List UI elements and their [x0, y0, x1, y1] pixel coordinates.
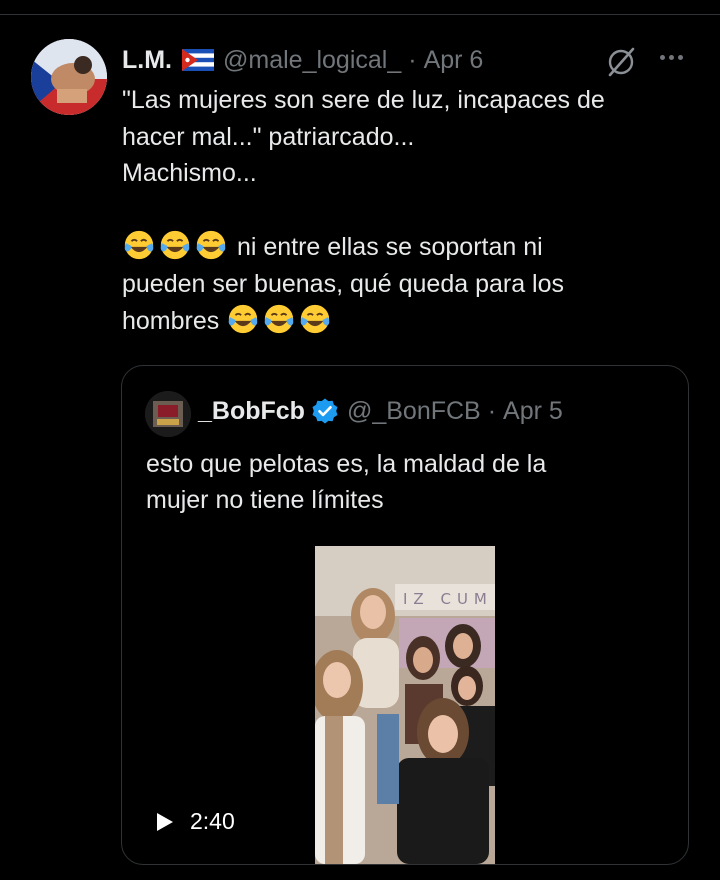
- face-with-tears-of-joy-icon: [228, 304, 258, 334]
- play-icon[interactable]: [156, 812, 174, 832]
- author-name[interactable]: L.M.: [122, 46, 172, 75]
- verified-badge-icon: [312, 398, 338, 424]
- tweet-text-line: hombres: [122, 307, 220, 335]
- quoted-text: esto que pelotas es, la maldad de la muj…: [146, 446, 666, 518]
- video-duration: 2:40: [190, 808, 235, 834]
- video-banner-text: IZ CUM: [403, 590, 493, 608]
- cuba-flag-icon: [182, 49, 214, 71]
- tweet-text-line: ni entre ellas se soportan ni: [236, 233, 543, 261]
- quoted-author-name[interactable]: _BobFcb: [198, 397, 305, 426]
- author-handle[interactable]: @male_logical_: [223, 46, 401, 75]
- top-divider: [0, 14, 720, 15]
- video-thumbnail[interactable]: IZ CUM: [315, 546, 495, 864]
- quoted-text-line: mujer no tiene límites: [146, 486, 384, 514]
- author-avatar[interactable]: [31, 39, 107, 115]
- tweet-text: "Las mujeres son sere de luz, incapaces …: [122, 82, 702, 340]
- face-with-tears-of-joy-icon: [124, 230, 154, 260]
- quoted-author-handle[interactable]: @_BonFCB: [347, 397, 481, 426]
- quoted-tweet-card[interactable]: _BobFcb @_BonFCB · Apr 5 esto que pelota…: [121, 365, 689, 865]
- face-with-tears-of-joy-icon: [196, 230, 226, 260]
- tweet-date[interactable]: Apr 6: [424, 46, 484, 75]
- quoted-date[interactable]: Apr 5: [503, 397, 563, 426]
- face-with-tears-of-joy-icon: [300, 304, 330, 334]
- separator-dot: ·: [487, 396, 497, 425]
- tweet-text-line: pueden ser buenas, qué queda para los: [122, 269, 565, 298]
- quoted-author-avatar[interactable]: [145, 391, 191, 437]
- video-play-control[interactable]: 2:40: [156, 808, 235, 835]
- tweet-text-line: hacer mal..." patriarcado...: [122, 122, 415, 151]
- face-with-tears-of-joy-icon: [160, 230, 190, 260]
- separator-dot: ·: [408, 45, 417, 74]
- tweet-header: L.M. @male_logical_ · Apr 6: [122, 40, 483, 80]
- face-with-tears-of-joy-icon: [264, 304, 294, 334]
- grok-icon[interactable]: [604, 45, 638, 79]
- more-options-icon[interactable]: [652, 46, 690, 68]
- tweet-text-line: "Las mujeres son sere de luz, incapaces …: [122, 86, 605, 114]
- quoted-header: _BobFcb @_BonFCB · Apr 5: [198, 394, 563, 428]
- quoted-text-line: esto que pelotas es, la maldad de la: [146, 450, 547, 478]
- tweet-text-line: Machismo...: [122, 159, 257, 187]
